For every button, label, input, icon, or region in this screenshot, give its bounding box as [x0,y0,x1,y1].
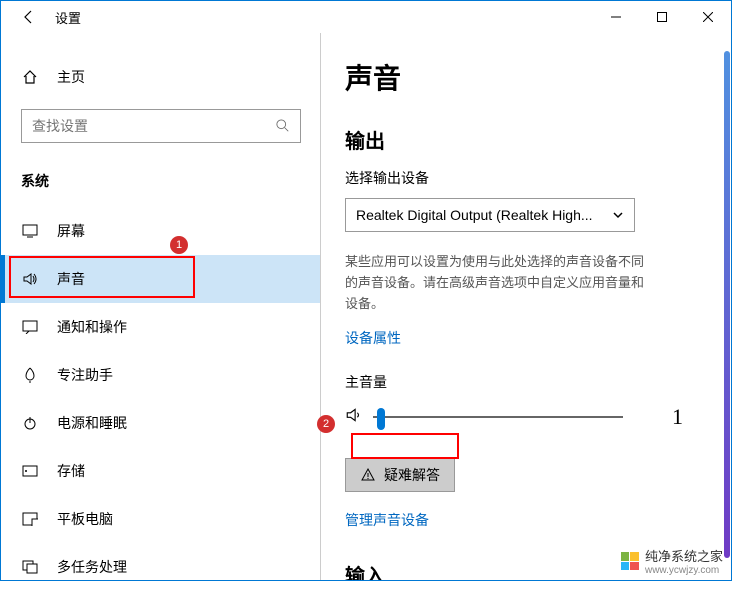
titlebar: 设置 [1,1,731,33]
nav-label: 声音 [57,269,85,289]
slider-thumb[interactable] [377,408,385,430]
nav-label: 存储 [57,461,85,481]
nav-label: 屏幕 [57,221,85,241]
power-icon [21,414,39,432]
nav-item-storage[interactable]: 存储 [1,447,320,495]
troubleshoot-button[interactable]: 疑难解答 [345,458,455,492]
nav-label: 多任务处理 [57,557,127,577]
nav-item-power[interactable]: 电源和睡眠 [1,399,320,447]
troubleshoot-label: 疑难解答 [384,465,440,485]
nav-item-sound[interactable]: 声音 [1,255,320,303]
category-title: 系统 [1,163,320,207]
arrow-left-icon [21,9,37,25]
notifications-icon [21,318,39,336]
nav-item-display[interactable]: 屏幕 [1,207,320,255]
nav-label: 专注助手 [57,365,113,385]
annotation-badge-2: 2 [317,415,335,433]
master-volume-label: 主音量 [345,372,699,392]
volume-value: 1 [672,404,699,430]
output-device-dropdown[interactable]: Realtek Digital Output (Realtek High... [345,198,635,232]
watermark-logo-icon [621,552,639,570]
nav-item-multitask[interactable]: 多任务处理 [1,543,320,591]
home-icon [21,68,39,86]
storage-icon [21,462,39,480]
annotation-badge-1: 1 [170,236,188,254]
watermark-url: www.ycwjzy.com [645,565,723,576]
nav-item-tablet[interactable]: 平板电脑 [1,495,320,543]
maximize-button[interactable] [639,1,685,33]
watermark: 纯净系统之家 www.ycwjzy.com [621,546,723,576]
nav-item-focus[interactable]: 专注助手 [1,351,320,399]
output-device-label: 选择输出设备 [345,168,699,188]
sound-icon [21,270,39,288]
search-input[interactable] [32,118,276,134]
focus-icon [21,366,39,384]
volume-slider[interactable] [373,416,623,418]
search-icon [276,119,290,133]
close-icon [703,12,713,22]
tablet-icon [21,510,39,528]
content-pane: 声音 输出 选择输出设备 Realtek Digital Output (Rea… [321,33,731,580]
window-title: 设置 [55,8,81,27]
manage-sound-devices-link[interactable]: 管理声音设备 [345,510,429,530]
minimize-icon [611,12,621,22]
minimize-button[interactable] [593,1,639,33]
chevron-down-icon [612,209,624,221]
decorative-strip [724,51,730,558]
sidebar: 主页 系统 屏幕 声音 通知和操作 专注助手 电源和睡眠 存储 [1,33,321,580]
device-properties-link[interactable]: 设备属性 [345,328,401,348]
home-label: 主页 [57,67,85,87]
nav-label: 电源和睡眠 [57,413,127,433]
nav-label: 平板电脑 [57,509,113,529]
nav-item-notifications[interactable]: 通知和操作 [1,303,320,351]
close-button[interactable] [685,1,731,33]
output-description: 某些应用可以设置为使用与此处选择的声音设备不同的声音设备。请在高级声音选项中自定… [345,252,645,314]
search-box[interactable] [21,109,301,143]
maximize-icon [657,12,667,22]
dropdown-value: Realtek Digital Output (Realtek High... [356,207,612,223]
multitask-icon [21,558,39,576]
watermark-name: 纯净系统之家 [645,546,723,565]
nav-label: 通知和操作 [57,317,127,337]
back-button[interactable] [19,7,39,27]
warning-icon [360,467,376,483]
display-icon [21,222,39,240]
output-heading: 输出 [345,125,699,154]
speaker-icon[interactable] [345,406,363,429]
home-link[interactable]: 主页 [1,57,320,97]
page-title: 声音 [345,57,699,97]
